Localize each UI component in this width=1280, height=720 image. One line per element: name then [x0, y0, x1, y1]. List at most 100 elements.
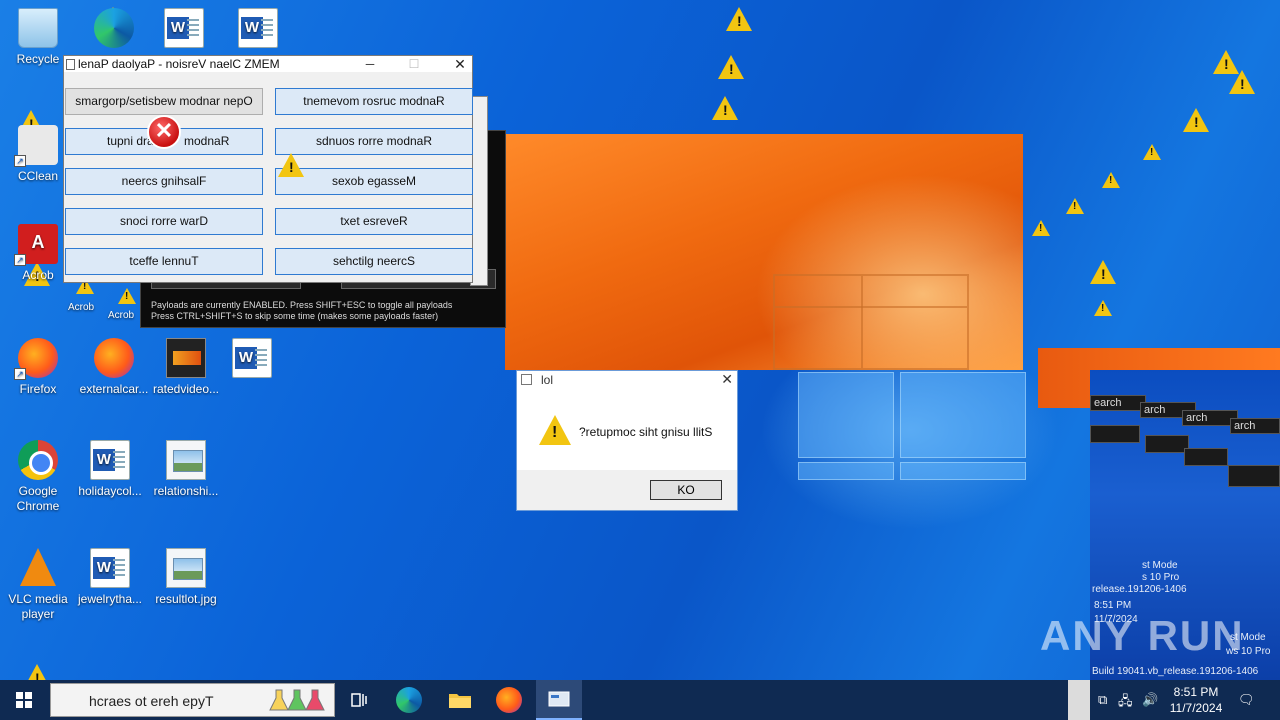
taskbar-clock[interactable]: 8:51 PM 11/7/2024	[1166, 684, 1226, 716]
glitch-block	[1145, 435, 1189, 453]
title-bar: lenaP daolyaP - noisreV naelC ZMEM ─ ☐ ✕	[64, 56, 472, 72]
shortcut-arrow-icon: ↗	[14, 254, 26, 266]
chrome-icon	[18, 440, 58, 480]
word-document-icon	[90, 548, 130, 588]
warning-icon: !	[539, 415, 571, 445]
window-icon	[521, 374, 532, 385]
open-random-websites-button[interactable]: smargorp/setisbew modnar nepO	[65, 88, 263, 115]
random-cursor-movement-button[interactable]: tnemevom rosruc modnaR	[275, 88, 473, 115]
desktop-icon-firefox[interactable]: ↗ Firefox	[0, 338, 76, 397]
word-document-icon	[164, 8, 204, 48]
task-view-icon[interactable]	[346, 686, 374, 714]
taskbar-search-box[interactable]: hcraes ot ereh epyT	[50, 683, 335, 717]
desktop-icon-holidaycol[interactable]: holidaycol...	[72, 440, 148, 499]
recycle-bin-icon	[18, 8, 58, 48]
warning-icon: !	[278, 153, 304, 177]
close-button[interactable]: ✕	[438, 56, 482, 72]
reverse-text-button[interactable]: txet esreveR	[275, 208, 473, 235]
firefox-taskbar-icon[interactable]	[496, 687, 522, 713]
network-icon[interactable]: ⧉	[1098, 692, 1107, 708]
glitch-text: 8:51 PM	[1094, 600, 1132, 611]
word-document-icon	[238, 8, 278, 48]
desktop-icon-label: jewelrytha...	[77, 592, 143, 606]
warning-icon: !	[1183, 108, 1209, 132]
vlc-icon	[18, 548, 58, 588]
desktop-icon-word-doc[interactable]	[220, 8, 296, 52]
edge-icon	[94, 8, 134, 48]
clock-date: 11/7/2024	[1169, 701, 1223, 715]
word-document-icon	[232, 338, 272, 378]
warning-icon: !	[1102, 172, 1120, 188]
desktop-icon-label: resultlot.jpg	[155, 592, 217, 606]
minimize-button[interactable]: ─	[348, 56, 392, 72]
desktop-icon-word-doc[interactable]	[146, 8, 222, 52]
message-boxes-button[interactable]: sexob egasseM	[275, 168, 473, 195]
glitch-block	[1090, 425, 1140, 443]
search-placeholder: hcraes ot ereh epyT	[89, 693, 214, 709]
desktop: earch arch arch arch st Mode s 10 Pro re…	[0, 0, 1280, 680]
desktop-icon-chrome[interactable]: Google Chrome	[0, 440, 76, 514]
error-icon: ✕	[147, 115, 181, 149]
notifications-icon[interactable]: 🗨	[1238, 692, 1255, 708]
windows-logo-pane	[798, 372, 894, 458]
glitch-text: Build 19041.vb_release.191206-1406	[1092, 666, 1259, 677]
maximize-button[interactable]: ☐	[392, 56, 436, 72]
glitch-block	[1184, 448, 1228, 466]
warning-icon: !	[1066, 198, 1084, 214]
taskbar: hcraes ot ereh epyT ⧉ 🖧 🔊 8:51 PM 11/7/2…	[0, 680, 1280, 720]
desktop-icon-jewelrytha[interactable]: jewelrytha...	[72, 548, 148, 607]
dialog-title: lol	[541, 373, 554, 387]
desktop-icon-relationshi[interactable]: relationshi...	[148, 440, 224, 499]
volume-icon[interactable]: 🔊	[1142, 692, 1158, 708]
desktop-icon-label: ratedvideo...	[152, 382, 220, 396]
desktop-icon-label: Firefox	[19, 382, 57, 396]
button-label-part: modnaR	[184, 134, 230, 148]
close-button[interactable]: ✕	[721, 371, 733, 388]
lol-message-dialog: lol ✕ ! ?retupmoc siht gnisu llitS KO	[516, 370, 738, 511]
desktop-icon-ratedvideo[interactable]: ratedvideo...	[148, 338, 224, 397]
desktop-icon-externalcar[interactable]: externalcar...	[76, 338, 152, 397]
firefox-icon	[94, 338, 134, 378]
warning-icon: !	[24, 664, 50, 680]
desktop-icon-label: Google Chrome	[16, 484, 60, 513]
windows-logo-pane	[798, 462, 894, 480]
firefox-icon: ↗	[14, 338, 58, 380]
dialog-footer: KO	[517, 470, 737, 510]
image-file-icon	[166, 440, 206, 480]
screen-glitches-button[interactable]: sehctilg neercS	[275, 248, 473, 275]
tunnel-effect-button[interactable]: tceffe lennuT	[65, 248, 263, 275]
flashing-screen-button[interactable]: neercs gnihsalF	[65, 168, 263, 195]
draw-error-icons-button[interactable]: snoci rorre warD	[65, 208, 263, 235]
show-hidden-icons[interactable]	[1068, 680, 1090, 720]
memz-taskbar-icon[interactable]	[536, 680, 582, 720]
desktop-icon-edge[interactable]	[76, 8, 152, 52]
payload-info-line: Payloads are currently ENABLED. Press SH…	[151, 300, 453, 310]
window-icon	[66, 59, 75, 70]
window-title: lenaP daolyaP - noisreV naelC ZMEM	[78, 57, 280, 71]
warning-icon: !	[726, 7, 752, 31]
desktop-icon-word-glitch[interactable]	[214, 338, 290, 382]
warning-icon: !	[1090, 260, 1116, 284]
random-error-sounds-button[interactable]: sdnuos rorre modnaR	[275, 128, 473, 155]
warning-icon: !	[1229, 70, 1255, 94]
warning-icon: !	[1143, 144, 1161, 160]
ethernet-icon[interactable]: 🖧	[1118, 692, 1133, 714]
edge-taskbar-icon[interactable]	[396, 687, 422, 713]
ok-button[interactable]: KO	[650, 480, 722, 500]
glitch-search-fragment: arch	[1230, 418, 1280, 434]
file-explorer-icon[interactable]	[446, 686, 474, 714]
desktop-icon-resultlot[interactable]: resultlot.jpg	[148, 548, 224, 607]
word-document-icon	[90, 440, 130, 480]
dialog-body: ! ?retupmoc siht gnisu llitS	[517, 389, 737, 471]
ccleaner-icon: ↗	[14, 125, 58, 167]
image-file-icon	[166, 548, 206, 588]
desktop-icon-label: relationshi...	[153, 484, 219, 498]
warning-icon: !	[1094, 300, 1112, 316]
anyrun-watermark: ANY RUN	[1040, 612, 1245, 659]
shortcut-arrow-icon: ↗	[14, 368, 26, 380]
payload-panel-window: lenaP daolyaP - noisreV naelC ZMEM ─ ☐ ✕…	[63, 55, 473, 283]
start-button[interactable]	[0, 680, 48, 720]
glitch-search-fragment: earch	[1090, 395, 1146, 411]
desktop-icon-vlc[interactable]: VLC media player	[0, 548, 76, 622]
desktop-icon-label: holidaycol...	[78, 484, 142, 498]
